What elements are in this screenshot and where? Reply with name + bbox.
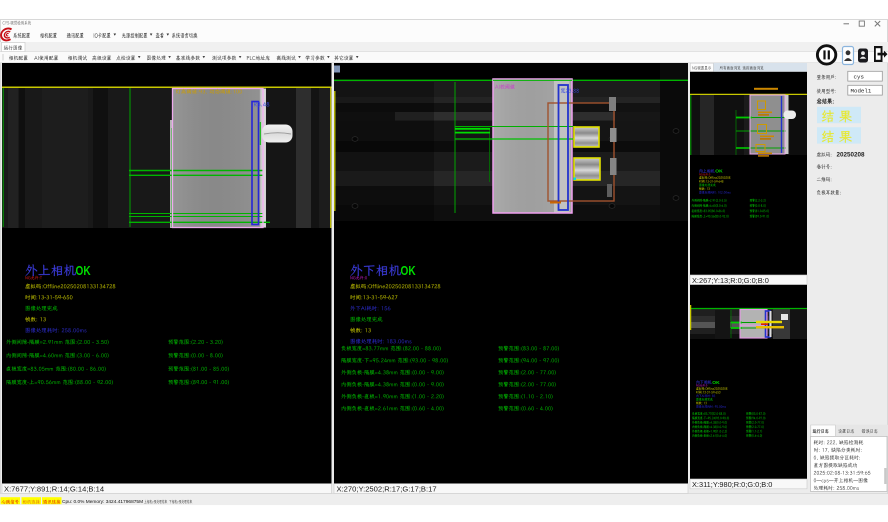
- svg-text:OK: OK: [715, 169, 723, 175]
- svg-text:X:267;Y:13;R:0;G:0;B:0: X:267;Y:13;R:0;G:0;B:0: [692, 276, 769, 285]
- svg-text:OK: OK: [76, 265, 92, 278]
- svg-text:OK: OK: [712, 380, 720, 386]
- svg-text:OK: OK: [401, 265, 417, 278]
- svg-text:Cpu: 0.0% Memory: 3424.4179687: Cpu: 0.0% Memory: 3424.41796875M: [62, 499, 143, 505]
- svg-text:X:7677;Y:891;R:14;G:14;B:14: X:7677;Y:891;R:14;G:14;B:14: [4, 485, 104, 494]
- svg-text:Model1: Model1: [851, 88, 872, 95]
- svg-text:X:270;Y:2502;R:17;G:17;B:17: X:270;Y:2502;R:17;G:17;B:17: [337, 484, 437, 493]
- svg-text:cys: cys: [854, 74, 864, 81]
- svg-text:20250208: 20250208: [837, 151, 866, 158]
- svg-text:X:311;Y:980;R:0;G:0;B:0: X:311;Y:980;R:0;G:0;B:0: [692, 480, 772, 489]
